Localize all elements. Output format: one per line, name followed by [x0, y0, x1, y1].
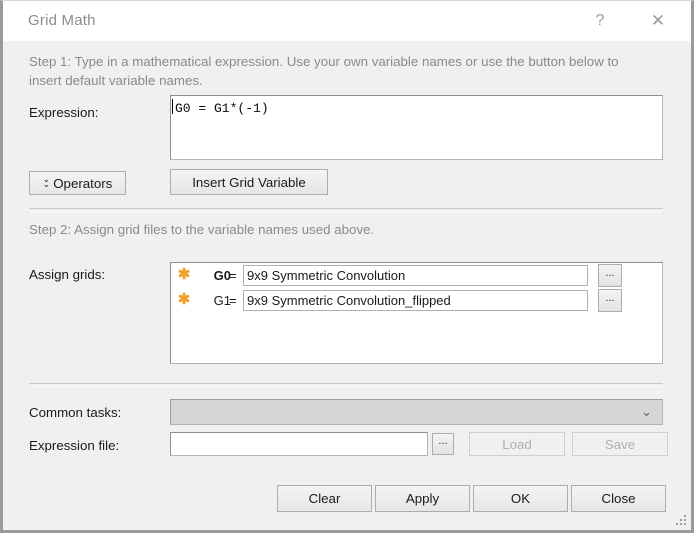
- close-icon[interactable]: ✕: [637, 1, 679, 41]
- double-chevron-down-icon: ⌄ ⌄: [42, 174, 51, 189]
- dialog-content: Step 1: Type in a mathematical expressio…: [3, 41, 691, 530]
- help-icon[interactable]: ?: [579, 1, 621, 41]
- close-button[interactable]: Close: [571, 485, 666, 512]
- asterisk-icon: ✱: [177, 291, 191, 308]
- clear-button[interactable]: Clear: [277, 485, 372, 512]
- window-title: Grid Math: [28, 12, 96, 29]
- resize-grip[interactable]: [674, 513, 688, 527]
- grid-value-input[interactable]: [243, 290, 588, 311]
- common-tasks-label: Common tasks:: [29, 405, 122, 420]
- step1-instruction: Step 1: Type in a mathematical expressio…: [29, 54, 619, 88]
- text-caret: [172, 99, 173, 114]
- expression-label: Expression:: [29, 105, 99, 120]
- section-divider-1: [29, 208, 663, 212]
- save-button[interactable]: Save: [572, 432, 668, 456]
- apply-button[interactable]: Apply: [375, 485, 470, 512]
- asterisk-icon: ✱: [177, 266, 191, 283]
- operators-button[interactable]: ⌄ ⌄ Operators: [29, 171, 126, 195]
- step2-instruction: Step 2: Assign grid files to the variabl…: [29, 222, 375, 237]
- browse-button[interactable]: ...: [598, 289, 622, 312]
- grid-variable-name: G1: [213, 293, 231, 308]
- expression-file-browse-button[interactable]: ...: [432, 433, 454, 455]
- expression-input[interactable]: [170, 95, 663, 160]
- ok-button[interactable]: OK: [473, 485, 568, 512]
- common-tasks-dropdown[interactable]: ⌄: [170, 399, 663, 425]
- section-divider-2: [29, 383, 663, 387]
- grid-math-dialog: Grid Math ? ✕ Step 1: Type in a mathemat…: [0, 0, 694, 533]
- grid-equals-sign: =: [229, 268, 237, 283]
- grid-equals-sign: =: [229, 293, 237, 308]
- title-bar: Grid Math ? ✕: [3, 1, 691, 42]
- expression-file-input[interactable]: [170, 432, 428, 456]
- operators-button-label: Operators: [53, 176, 113, 191]
- grid-variable-name: G0: [213, 268, 231, 283]
- load-button[interactable]: Load: [469, 432, 565, 456]
- insert-grid-variable-button[interactable]: Insert Grid Variable: [170, 169, 328, 195]
- assign-grids-panel: ✱ G0 = ... ✱ G1 = ...: [170, 262, 663, 364]
- browse-button[interactable]: ...: [598, 264, 622, 287]
- chevron-down-icon: ⌄: [641, 404, 652, 419]
- expression-file-label: Expression file:: [29, 438, 120, 453]
- assign-grids-label: Assign grids:: [29, 267, 106, 282]
- grid-value-input[interactable]: [243, 265, 588, 286]
